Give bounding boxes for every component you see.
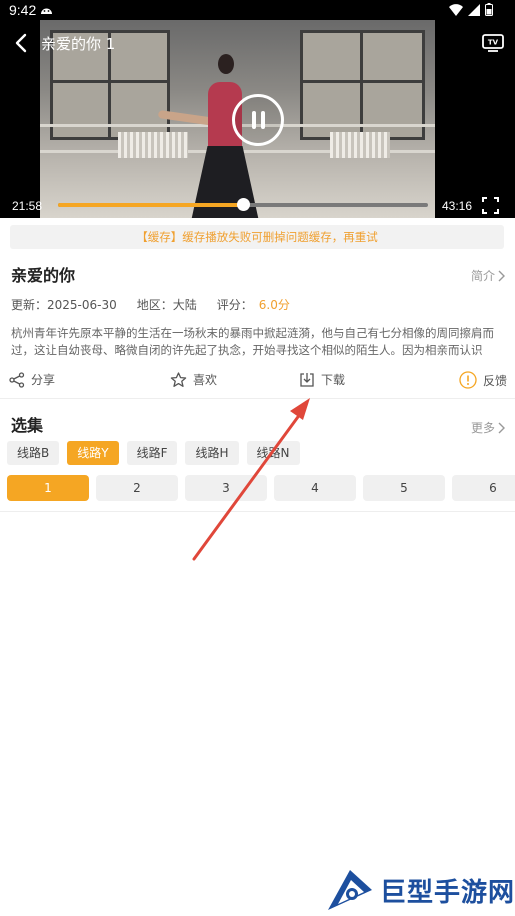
episode-button[interactable]: 1 (7, 475, 89, 501)
line-chip[interactable]: 线路B (7, 441, 60, 465)
intro-label: 简介 (470, 269, 495, 283)
like-label: 喜欢 (193, 373, 218, 387)
divider (0, 511, 515, 512)
action-bar: 分享 喜欢 下载 反馈 (0, 368, 515, 396)
download-icon (300, 372, 314, 387)
radiator-decoration (118, 132, 188, 158)
show-description[interactable]: 杭州青年许先原本平静的生活在一场秋末的暴雨中掀起涟漪，他与自己有七分相像的周同擦… (11, 325, 503, 359)
status-bar: 9:42 (0, 0, 515, 22)
video-title: 亲爱的你 1 (41, 35, 116, 53)
current-time: 21:58 (12, 199, 43, 213)
back-arrow-icon[interactable] (10, 30, 34, 56)
wifi-icon (449, 3, 463, 16)
line-selector: 线路B 线路Y 线路F 线路H 线路N (7, 441, 300, 465)
episode-button[interactable]: 6 (452, 475, 515, 501)
progress-fill (58, 203, 243, 207)
signal-icon (468, 3, 480, 16)
duration: 43:16 (442, 199, 473, 213)
status-icons (449, 3, 493, 16)
pause-button[interactable] (232, 94, 284, 146)
line-chip[interactable]: 线路F (126, 441, 178, 465)
score-value: 6.0分 (258, 298, 290, 312)
divider (0, 398, 515, 399)
episode-list: 1 2 3 4 5 6 (7, 475, 515, 501)
episodes-title: 选集 (11, 416, 44, 435)
score-label: 评分： (216, 298, 253, 312)
chevron-right-icon (498, 270, 505, 281)
intro-link[interactable]: 简介 (471, 267, 505, 284)
line-chip[interactable]: 线路Y (67, 441, 119, 465)
download-button[interactable]: 下载 (299, 371, 345, 388)
progress-bar[interactable] (58, 198, 428, 211)
radiator-decoration (330, 132, 390, 158)
android-icon (41, 8, 52, 14)
episode-button[interactable]: 4 (274, 475, 356, 501)
show-title: 亲爱的你 (11, 266, 76, 285)
like-button[interactable]: 喜欢 (170, 371, 217, 388)
video-player[interactable]: 9:42 亲爱的你 1 TV 21:58 43:16 (0, 0, 515, 218)
episode-button[interactable]: 2 (96, 475, 178, 501)
more-link[interactable]: 更多 (471, 419, 505, 436)
show-meta: 更新：2025-06-30 地区：大陆 评分： 6.0分 (11, 296, 290, 313)
battery-icon (485, 3, 493, 16)
feedback-button[interactable]: 反馈 (459, 371, 507, 389)
more-label: 更多 (470, 421, 495, 435)
cache-notice: 【缓存】缓存播放失败可删掉问题缓存，再重试 (10, 225, 504, 249)
svg-text:TV: TV (488, 39, 499, 47)
status-time: 9:42 (9, 2, 37, 18)
watermark: 巨型手游网 (316, 864, 515, 916)
chevron-right-icon (498, 422, 505, 433)
watermark-logo-icon (328, 870, 372, 910)
line-chip[interactable]: 线路H (185, 441, 239, 465)
feedback-label: 反馈 (483, 373, 508, 388)
download-label: 下载 (321, 373, 346, 387)
update-date: 更新：2025-06-30 (11, 298, 117, 312)
share-button[interactable]: 分享 (9, 371, 55, 388)
warning-icon (459, 371, 477, 389)
fullscreen-icon[interactable] (482, 197, 499, 214)
player-top-bar: 亲爱的你 1 TV (0, 28, 515, 58)
episode-button[interactable]: 5 (363, 475, 445, 501)
share-icon (9, 371, 25, 388)
star-icon (170, 371, 187, 387)
line-chip[interactable]: 线路N (246, 441, 300, 465)
region: 地区：大陆 (136, 298, 197, 312)
episode-button[interactable]: 3 (185, 475, 267, 501)
progress-thumb[interactable] (237, 198, 250, 211)
dancer-figure (190, 146, 260, 218)
watermark-text: 巨型手游网 (380, 877, 515, 908)
tv-cast-icon[interactable]: TV (481, 30, 505, 54)
share-label: 分享 (31, 373, 56, 387)
